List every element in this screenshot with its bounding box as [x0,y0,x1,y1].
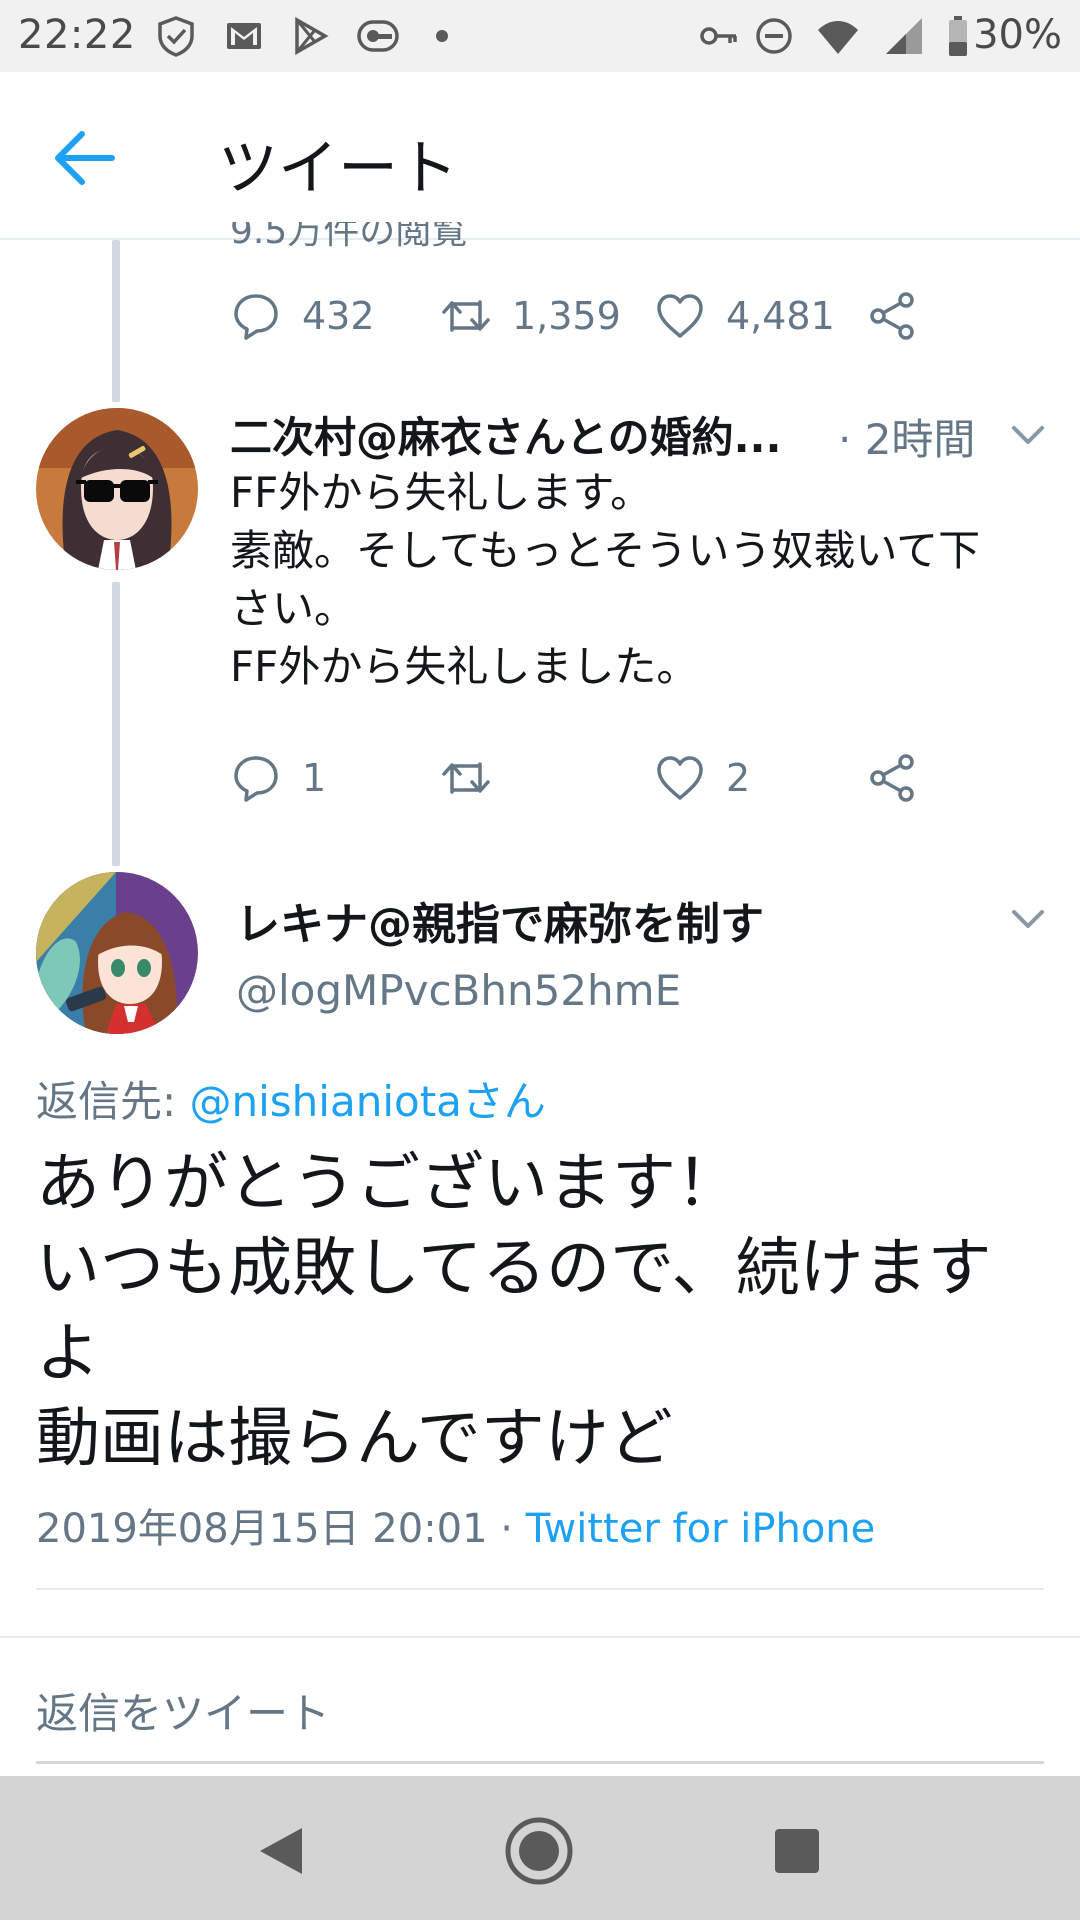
reply-to-line: 返信先: @nishianiotaさん [36,1068,546,1129]
page-title: ツイート [218,134,458,204]
play-store-icon [295,16,329,56]
reply-count: 1 [302,756,327,800]
thread-line-top [112,240,120,402]
avatar-image [36,408,198,570]
tweet-source-link[interactable]: Twitter for iPhone [526,1506,876,1552]
status-time: 22:22 [18,12,136,58]
do-not-disturb-icon [756,18,792,54]
signal-icon [886,18,922,54]
retweet-button[interactable] [440,748,512,808]
vpn-key-icon [700,27,737,45]
reply-icon [234,756,278,802]
status-bar: 22:22 30% [0,0,1080,72]
reply-text-line: 素敵。そしてもっとそういう奴裁いて下 [230,526,981,575]
share-icon [870,754,914,802]
reply-to-label: 返信先: [36,1077,190,1126]
reply-button[interactable]: 432 [230,286,375,346]
reply-tweet-actions: 1 2 [230,748,1050,808]
share-button[interactable] [866,286,918,346]
main-text-line: 動画は撮らんですけど [36,1402,673,1476]
reply-author-name[interactable]: 二次村@麻衣さんとの婚約... [230,404,800,465]
avatar[interactable] [36,408,198,570]
like-button[interactable]: 2 [654,748,750,808]
navigation-bar [0,1776,1080,1920]
share-button[interactable] [866,748,918,808]
reply-text-line: FF外から失礼します。 [230,468,653,517]
reply-timestamp: · 2時間 [838,415,976,464]
main-author-handle[interactable]: @logMPvcBhn52hmE [236,966,681,1015]
retweet-icon [442,762,490,794]
reply-input[interactable]: 返信をツイート [36,1680,1044,1764]
wifi-icon [818,21,858,54]
previous-tweet-cut-text: 9.5万件の閲覧 [230,222,468,248]
divider [36,1588,1044,1590]
main-text-line: いつも成敗してるので、続けます [36,1232,992,1306]
reply-text-line: さい。 [230,584,357,633]
reply-count: 432 [302,294,375,338]
notification-dot-icon [436,30,448,42]
like-count: 4,481 [726,294,835,338]
tweet-header: ツイート [0,72,1080,240]
back-arrow-icon[interactable] [50,128,120,188]
heart-icon [657,756,703,800]
reply-compose-bar: 返信をツイート [0,1636,1080,1776]
reply-to-mention[interactable]: @nishianiotaさん [190,1077,546,1126]
main-text-line: ありがとうございます！ [36,1147,740,1221]
battery-percent: 30% [973,12,1062,58]
retweet-count: 1,359 [512,294,621,338]
chevron-down-icon[interactable] [1008,420,1048,450]
like-button[interactable]: 4,481 [654,286,835,346]
avatar[interactable] [36,872,198,1034]
nav-recents-icon[interactable] [762,1816,832,1886]
retweet-icon [442,300,490,332]
retweet-button[interactable]: 1,359 [440,286,621,346]
heart-icon [657,294,703,338]
thread-line-middle [112,582,120,866]
main-author-name[interactable]: レキナ@親指で麻弥を制す [236,888,764,952]
reply-button[interactable]: 1 [230,748,326,808]
chevron-down-icon[interactable] [1008,904,1048,934]
nav-home-icon[interactable] [504,1816,574,1886]
previous-tweet-actions: 432 1,359 4,481 [230,286,1050,346]
main-tweet-text: ありがとうございます！ いつも成敗してるので、続けます よ 動画は撮らんですけど [36,1142,1046,1482]
reply-icon [234,294,278,340]
like-count: 2 [726,756,751,800]
share-icon [870,292,914,340]
reply-text-line: FF外から失礼しました。 [230,642,699,691]
main-text-line: よ [36,1317,100,1391]
avatar-image [36,872,198,1034]
key-app-icon [357,20,399,52]
tweet-meta: 2019年08月15日 20:01 · Twitter for iPhone [36,1496,875,1554]
shield-check-icon [158,16,194,57]
reply-tweet-text: FF外から失礼します。 素敵。そしてもっとそういう奴裁いて下 さい。 FF外から… [230,464,1050,696]
tweet-timestamp: 2019年08月15日 20:01 · [36,1506,526,1552]
nav-back-icon[interactable] [246,1816,316,1886]
gmail-icon [227,23,261,49]
